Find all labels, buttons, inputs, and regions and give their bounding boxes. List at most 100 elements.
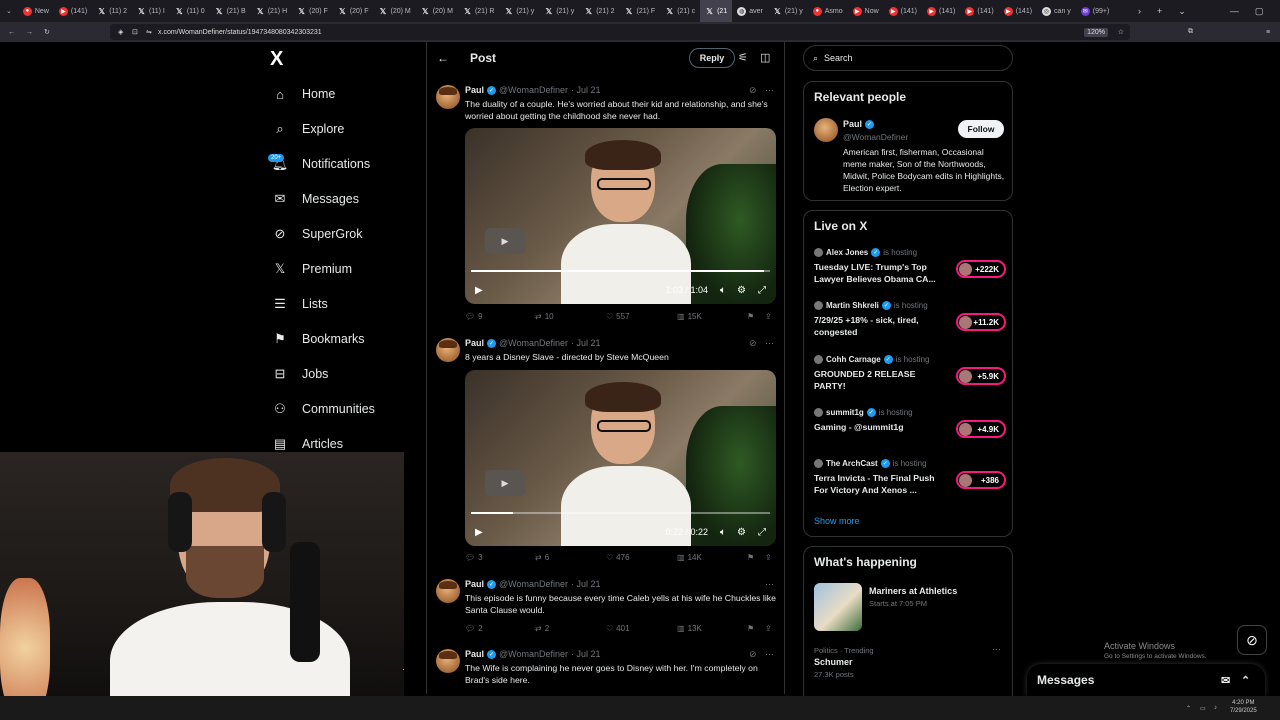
lock-icon[interactable]: ⊡: [132, 28, 138, 36]
avatar[interactable]: [436, 338, 460, 362]
avatar[interactable]: [436, 579, 460, 603]
browser-tab[interactable]: 𝕏 (11) 2: [92, 0, 132, 22]
reader-mode-icon[interactable]: ◫: [760, 51, 770, 64]
tweet-date[interactable]: · Jul 21: [571, 579, 601, 589]
browser-tab[interactable]: 𝕏 (21) y: [499, 0, 539, 22]
tab-list-icon[interactable]: ⌄: [1178, 6, 1186, 17]
repost-action[interactable]: ⇄ 10: [535, 312, 554, 321]
video-progress-bar[interactable]: [471, 270, 770, 272]
nav-more-icon[interactable]: ⋯: [402, 664, 404, 675]
back-arrow-icon[interactable]: ←: [437, 51, 449, 65]
video-player[interactable]: ▶ ▶ 0:22 / 0:22 🔈︎ ⚙ ⤢: [465, 370, 776, 546]
listener-count[interactable]: +4.9K: [956, 420, 1006, 438]
tray-chevron-icon[interactable]: ⌃: [1186, 705, 1191, 712]
reply-action[interactable]: 💬︎ 2: [465, 624, 483, 633]
trend-name[interactable]: Schumer: [814, 657, 853, 667]
play-icon[interactable]: ▶: [475, 527, 483, 538]
more-icon[interactable]: ⋯: [765, 649, 774, 660]
bookmark-action[interactable]: ⚑: [747, 312, 754, 321]
nav-item-supergrok[interactable]: ⊘ SuperGrok: [272, 226, 363, 242]
browser-tab[interactable]: 𝕏 (21: [700, 0, 733, 22]
live-item[interactable]: Cohh Carnage ✓ is hosting GROUNDED 2 RELEAS…: [814, 355, 1006, 399]
nav-item-premium[interactable]: 𝕏 Premium: [272, 261, 352, 277]
live-title[interactable]: Gaming - @summit1g: [814, 421, 944, 433]
event-title[interactable]: Mariners at Athletics: [869, 586, 957, 596]
views-action[interactable]: ▥ 15K: [677, 312, 702, 321]
taskbar-clock[interactable]: 4:20 PM 7/29/2025: [1230, 699, 1257, 715]
tweet-date[interactable]: · Jul 21: [571, 649, 601, 659]
live-title[interactable]: GROUNDED 2 RELEASE PARTY!: [814, 368, 944, 392]
browser-tab[interactable]: 𝕏 (20) F: [292, 0, 333, 22]
reply-button[interactable]: Reply: [689, 48, 735, 68]
browser-tab[interactable]: 𝕏 (21) R: [458, 0, 499, 22]
live-title[interactable]: Tuesday LIVE: Trump's Top Lawyer Believe…: [814, 261, 944, 285]
bookmark-action[interactable]: ⚑: [747, 553, 754, 562]
like-action[interactable]: ♡ 401: [606, 624, 630, 633]
forward-icon[interactable]: →: [26, 29, 33, 36]
reply-action[interactable]: 💬︎ 3: [465, 553, 483, 562]
browser-tab[interactable]: 𝕏 (20) M: [373, 0, 415, 22]
expand-icon[interactable]: ⌃: [1241, 674, 1250, 687]
author-name[interactable]: Paul: [465, 338, 484, 348]
live-item[interactable]: Martin Shkreli ✓ is hosting 7/29/25 +18% - …: [814, 301, 1006, 345]
person-name[interactable]: Paul: [843, 119, 862, 129]
search-input[interactable]: ⌕ Search: [803, 45, 1013, 71]
volume-icon[interactable]: 🔈︎: [720, 285, 726, 296]
event-image[interactable]: [814, 583, 862, 631]
speaker-icon[interactable]: ♪: [1214, 705, 1217, 711]
messages-drawer[interactable]: Messages ✉ ⌃: [1027, 664, 1265, 696]
browser-tab[interactable]: ▶ (141): [960, 0, 998, 22]
repost-action[interactable]: ⇄ 2: [535, 624, 549, 633]
nav-item-explore[interactable]: ⌕ Explore: [272, 121, 344, 137]
author-handle[interactable]: @WomanDefiner: [499, 579, 568, 589]
grok-icon[interactable]: ⊘: [749, 649, 757, 660]
browser-tab[interactable]: ▶ (141): [922, 0, 960, 22]
browser-tab[interactable]: 𝕏 (20) M: [416, 0, 458, 22]
avatar[interactable]: [436, 85, 460, 109]
url-field[interactable]: ◈ ⊡ ⇋ x.com/WomanDefiner/status/19473480…: [110, 24, 1130, 40]
browser-tab[interactable]: ◎ can y: [1037, 0, 1076, 22]
grok-icon[interactable]: ⊘: [749, 85, 757, 96]
more-icon[interactable]: ⋯: [765, 338, 774, 349]
menu-icon[interactable]: ≡: [1266, 29, 1270, 36]
back-icon[interactable]: ←: [8, 29, 15, 36]
listener-count[interactable]: +386: [956, 471, 1006, 489]
nav-item-articles[interactable]: ▤ Articles: [272, 436, 343, 452]
host-name[interactable]: Cohh Carnage: [826, 355, 881, 364]
tweet[interactable]: Paul ✓ @WomanDefiner · Jul 21 ⊘ ⋯ The Wi…: [427, 649, 784, 694]
browser-tab[interactable]: 𝕏 (21) F: [620, 0, 661, 22]
nav-item-bookmarks[interactable]: ⚑ Bookmarks: [272, 331, 364, 347]
share-action[interactable]: ⇪: [765, 624, 772, 633]
browser-tab[interactable]: ✉ (99+): [1076, 0, 1115, 22]
browser-tab[interactable]: 𝕏 (21) B: [210, 0, 251, 22]
reply-action[interactable]: 💬︎ 9: [465, 312, 483, 321]
tweet-date[interactable]: · Jul 21: [571, 338, 601, 348]
live-item[interactable]: Alex Jones ✓ is hosting Tuesday LIVE: Trump…: [814, 248, 1006, 292]
bookmark-star-icon[interactable]: ☆: [1118, 28, 1124, 36]
share-action[interactable]: ⇪: [765, 553, 772, 562]
more-icon[interactable]: ⋯: [765, 85, 774, 96]
fullscreen-icon[interactable]: ⤢: [758, 527, 766, 538]
zoom-level[interactable]: 120%: [1084, 27, 1108, 37]
follow-button[interactable]: Follow: [958, 120, 1004, 138]
browser-tab[interactable]: 𝕏 (11) 0: [170, 0, 210, 22]
new-message-icon[interactable]: ✉: [1221, 674, 1230, 687]
share-action[interactable]: ⇪: [765, 312, 772, 321]
fullscreen-icon[interactable]: ⤢: [758, 285, 766, 296]
nav-item-jobs[interactable]: ⊟ Jobs: [272, 366, 329, 382]
network-icon[interactable]: ▭: [1200, 705, 1206, 712]
extensions-icon[interactable]: ⧉: [1188, 28, 1193, 36]
author-name[interactable]: Paul: [465, 85, 484, 95]
live-item[interactable]: summit1g ✓ is hosting Gaming - @summit1g +4.…: [814, 408, 1006, 452]
more-icon[interactable]: ⋯: [765, 579, 774, 590]
browser-tab[interactable]: 𝕏 (21) y: [768, 0, 808, 22]
tweet[interactable]: Paul ✓ @WomanDefiner · Jul 21 ⊘ ⋯ The du…: [427, 85, 784, 331]
like-action[interactable]: ♡ 476: [606, 553, 630, 562]
reload-icon[interactable]: ↻: [44, 28, 50, 36]
video-player[interactable]: ▶ ▶ 1:03 / 1:04 🔈︎ ⚙ ⤢: [465, 128, 776, 304]
repost-action[interactable]: ⇄ 6: [535, 553, 549, 562]
avatar[interactable]: [814, 118, 838, 142]
minimize-icon[interactable]: —: [1230, 6, 1239, 16]
author-handle[interactable]: @WomanDefiner: [499, 338, 568, 348]
tab-scroll-right-icon[interactable]: ›: [1138, 6, 1141, 16]
